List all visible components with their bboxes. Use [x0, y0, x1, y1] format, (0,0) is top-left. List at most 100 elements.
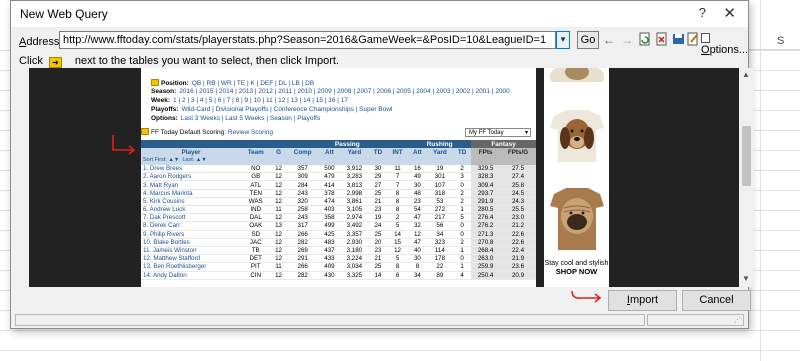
- nav-link[interactable]: 2007: [357, 88, 371, 95]
- nav-link[interactable]: 2006: [377, 88, 391, 95]
- player-name-link[interactable]: 12. Matthew Stafford: [141, 254, 241, 264]
- scrollbar-thumb[interactable]: [742, 126, 751, 186]
- address-input[interactable]: http://www.fftoday.com/stats/playerstats…: [59, 31, 556, 49]
- player-name-link[interactable]: 7. Dak Prescott: [141, 213, 241, 223]
- player-name-link[interactable]: 14. Andy Dalton: [141, 271, 241, 280]
- nav-link[interactable]: DB: [305, 80, 314, 87]
- arrow-right-icon[interactable]: [151, 79, 159, 86]
- nav-link[interactable]: Playoffs: [297, 115, 320, 122]
- stop-icon[interactable]: [654, 32, 670, 48]
- dog-shirt-image[interactable]: [550, 186, 604, 252]
- nav-link[interactable]: 10: [253, 97, 260, 104]
- nav-link[interactable]: WR: [221, 80, 232, 87]
- nav-link[interactable]: Last 3 Weeks: [181, 115, 220, 122]
- excel-column-header[interactable]: S: [740, 32, 800, 50]
- edit-query-icon[interactable]: [685, 32, 701, 48]
- column-header[interactable]: TD: [368, 148, 388, 157]
- nav-link[interactable]: 2016: [179, 88, 193, 95]
- season-links[interactable]: 2016 | 2015 | 2014 | 2013 | 2012 | 2011 …: [179, 88, 509, 95]
- column-header[interactable]: Player: [141, 148, 241, 157]
- advertisement[interactable]: Stay cool and stylish SHOP NOW: [544, 68, 609, 287]
- nav-link[interactable]: Conference Championships: [274, 106, 354, 113]
- back-icon[interactable]: ←: [601, 32, 617, 48]
- nav-link[interactable]: 2004: [416, 88, 430, 95]
- nav-link[interactable]: 2008: [337, 88, 351, 95]
- nav-link[interactable]: 15: [316, 97, 323, 104]
- column-header[interactable]: FPts/G: [500, 148, 536, 157]
- player-name-link[interactable]: 8. Derek Carr: [141, 221, 241, 231]
- arrow-right-icon[interactable]: [141, 128, 149, 135]
- player-name-link[interactable]: 6. Andrew Luck: [141, 205, 241, 215]
- column-header[interactable]: Att: [408, 148, 427, 157]
- import-button[interactable]: Import: [608, 290, 677, 311]
- player-name-link[interactable]: 4. Marcus Mariota: [141, 189, 241, 198]
- nav-link[interactable]: 2011: [278, 88, 292, 95]
- scroll-down-icon[interactable]: ▼: [742, 274, 750, 283]
- dog-shirt-image[interactable]: [550, 108, 604, 164]
- myff-select[interactable]: My FF Today ▾: [465, 128, 531, 137]
- column-header[interactable]: FPts: [471, 148, 500, 157]
- nav-link[interactable]: 2005: [396, 88, 410, 95]
- nav-link[interactable]: Divisional Playoffs: [216, 106, 269, 113]
- player-name-link[interactable]: 2. Aaron Rodgers: [141, 172, 241, 182]
- nav-link[interactable]: 17: [341, 97, 348, 104]
- player-name-link[interactable]: 5. Kirk Cousins: [141, 197, 241, 207]
- nav-link[interactable]: 2003: [436, 88, 450, 95]
- vertical-scrollbar[interactable]: ▲ ▼: [739, 68, 754, 287]
- help-button[interactable]: ?: [699, 5, 706, 20]
- sort-first-icon[interactable]: ▲▼: [168, 157, 179, 163]
- scroll-up-icon[interactable]: ▲: [742, 70, 750, 79]
- dog-shirt-image[interactable]: [550, 68, 604, 82]
- week-links[interactable]: 1 | 2 | 3 | 4 | 5 | 6 | 7 | 8 | 9 | 10 |…: [173, 97, 348, 104]
- player-name-link[interactable]: 13. Ben Roethlisberger: [141, 262, 241, 272]
- player-name-link[interactable]: 9. Philip Rivers: [141, 230, 241, 239]
- nav-link[interactable]: DEF: [260, 80, 273, 87]
- nav-link[interactable]: 2014: [219, 88, 233, 95]
- column-header[interactable]: Yard: [426, 148, 453, 157]
- player-name-link[interactable]: 1. Drew Brees: [141, 164, 241, 174]
- nav-link[interactable]: 13: [291, 97, 298, 104]
- sort-last-icon[interactable]: ▲▼: [196, 157, 207, 163]
- column-header[interactable]: TD: [452, 148, 472, 157]
- nav-link[interactable]: LB: [292, 80, 300, 87]
- refresh-icon[interactable]: [637, 32, 653, 48]
- playoffs-links[interactable]: Wild-Card | Divisional Playoffs | Confer…: [181, 106, 392, 113]
- column-header[interactable]: Team: [240, 148, 271, 157]
- nav-link[interactable]: 2015: [199, 88, 213, 95]
- column-header[interactable]: INT: [387, 148, 408, 157]
- player-name-link[interactable]: 3. Matt Ryan: [141, 180, 241, 190]
- review-scoring-link[interactable]: Review Scoring: [228, 129, 273, 136]
- nav-link[interactable]: Wild-Card: [181, 106, 210, 113]
- nav-link[interactable]: 2009: [317, 88, 331, 95]
- nav-link[interactable]: 11: [266, 97, 273, 104]
- nav-link[interactable]: 2000: [495, 88, 509, 95]
- ad-caption[interactable]: Stay cool and stylish SHOP NOW: [544, 260, 609, 276]
- nav-link[interactable]: 16: [328, 97, 335, 104]
- nav-link[interactable]: 2002: [456, 88, 470, 95]
- options-button[interactable]: Options...: [701, 32, 748, 56]
- nav-link[interactable]: 2013: [239, 88, 253, 95]
- web-preview-panel[interactable]: Position: QB | RB | WR | TE | K | DEF | D…: [29, 68, 754, 287]
- nav-link[interactable]: Last 5 Weeks: [225, 115, 264, 122]
- nav-link[interactable]: Super Bowl: [359, 106, 392, 113]
- column-header[interactable]: Comp: [286, 148, 319, 157]
- nav-link[interactable]: 2012: [258, 88, 272, 95]
- close-button[interactable]: ✕: [723, 4, 736, 22]
- address-dropdown-button[interactable]: ▼: [556, 31, 570, 49]
- cancel-button[interactable]: Cancel: [682, 290, 751, 311]
- shop-now-link[interactable]: SHOP NOW: [544, 267, 609, 276]
- nav-link[interactable]: QB: [192, 80, 201, 87]
- nav-link[interactable]: Season: [270, 115, 292, 122]
- nav-link[interactable]: DL: [279, 80, 287, 87]
- player-name-link[interactable]: 10. Blake Bortles: [141, 238, 241, 247]
- sort-controls[interactable]: Sort First: ▲▼ Last: ▲▼: [141, 156, 241, 165]
- player-name-link[interactable]: 11. Jameis Winston: [141, 246, 241, 256]
- nav-link[interactable]: 2010: [298, 88, 312, 95]
- go-button[interactable]: Go: [577, 31, 599, 49]
- nav-link[interactable]: TE: [237, 80, 245, 87]
- nav-link[interactable]: 2001: [476, 88, 490, 95]
- options-links[interactable]: Last 3 Weeks | Last 5 Weeks | Season | P…: [181, 115, 321, 122]
- position-links[interactable]: QB | RB | WR | TE | K | DEF | DL | LB | …: [192, 80, 314, 87]
- nav-link[interactable]: RB: [207, 80, 216, 87]
- column-header[interactable]: G: [270, 148, 287, 157]
